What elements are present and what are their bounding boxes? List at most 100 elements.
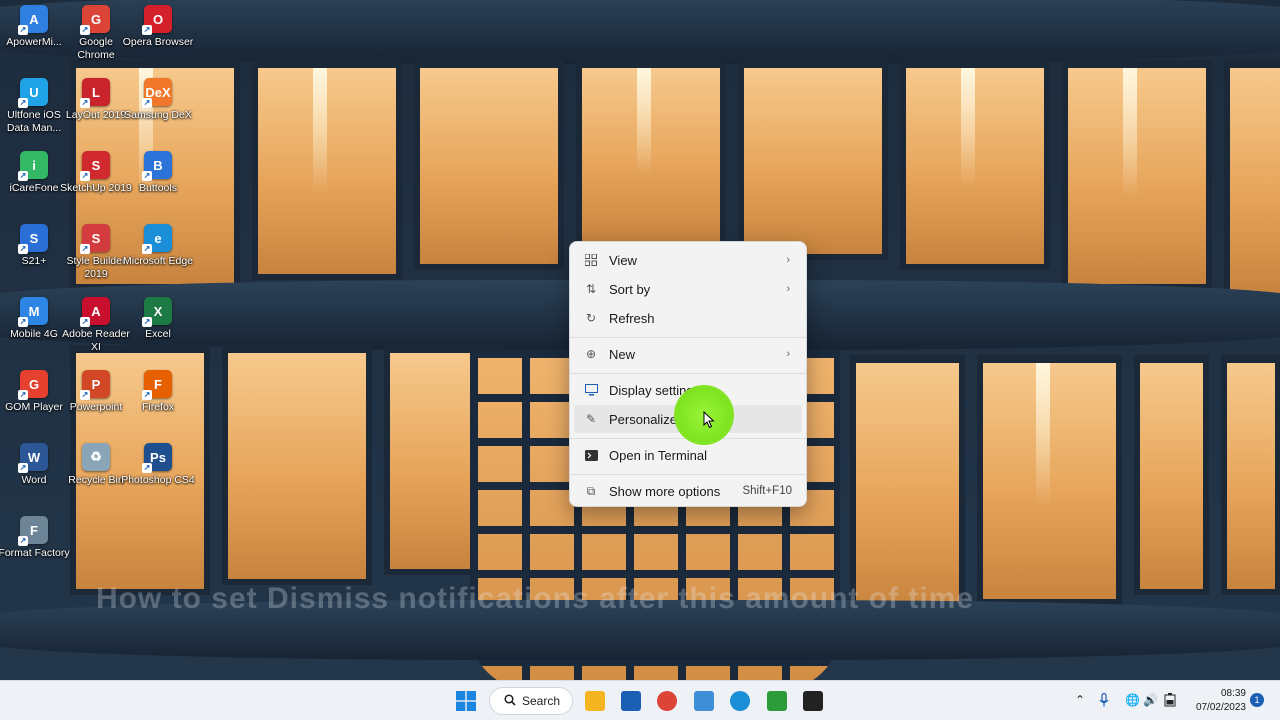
- desktop-icon[interactable]: Ps ↗ Photoshop CS4: [121, 443, 195, 513]
- shortcut-arrow-icon: ↗: [142, 463, 152, 473]
- shortcut-arrow-icon: ↗: [18, 25, 28, 35]
- desktop-icon[interactable]: S ↗ Style Builder 2019: [62, 224, 130, 294]
- shortcut-arrow-icon: ↗: [18, 98, 28, 108]
- shortcut-arrow-icon: ↗: [80, 171, 90, 181]
- desktop-icon[interactable]: F ↗ Format Factory: [0, 516, 70, 586]
- file-explorer-icon: [585, 691, 605, 711]
- menu-item-refresh[interactable]: ↻ Refresh: [574, 304, 802, 332]
- app-icon: M ↗: [18, 297, 48, 327]
- chevron-right-icon: ›: [786, 254, 790, 266]
- desktop-icon[interactable]: G ↗ Google Chrome: [62, 5, 130, 75]
- desktop-icon[interactable]: X ↗ Excel: [124, 297, 192, 367]
- desktop-icon[interactable]: e ↗ Microsoft Edge: [122, 224, 194, 294]
- shortcut-arrow-icon: ↗: [80, 390, 90, 400]
- desktop-icon[interactable]: DeX ↗ Samsung DeX: [124, 78, 192, 148]
- desktop-icon[interactable]: S ↗ S21+: [0, 224, 68, 294]
- desktop-icon[interactable]: B ↗ Buttools: [124, 151, 192, 221]
- video-overlay-caption: How to set Dismiss notifications after t…: [96, 582, 975, 615]
- shortcut-arrow-icon: ↗: [142, 98, 152, 108]
- desktop-icon[interactable]: F ↗ Firefox: [124, 370, 192, 440]
- desktop-icon[interactable]: A ↗ ApowerMi...: [0, 5, 68, 75]
- app-icon: G ↗: [18, 370, 48, 400]
- clock-time: 08:39: [1220, 688, 1246, 699]
- desktop-icon[interactable]: U ↗ Ultfone iOS Data Man...: [0, 78, 68, 148]
- app-icon: F ↗: [142, 370, 172, 400]
- menu-item-label: Refresh: [609, 310, 655, 326]
- taskbar-app-microsoft-store[interactable]: [617, 687, 645, 715]
- plus-circle-icon: ⊕: [585, 347, 597, 361]
- desktop-icon[interactable]: L ↗ LayOut 2019: [62, 78, 130, 148]
- desktop-icon-label: Firefox: [141, 401, 175, 413]
- menu-item-open-in-terminal[interactable]: Open in Terminal: [574, 441, 802, 469]
- terminal-icon: [584, 448, 598, 462]
- shortcut-arrow-icon: ↗: [18, 390, 28, 400]
- app-icon: S ↗: [80, 224, 110, 254]
- taskbar-clock[interactable]: 08:39 07/02/2023: [1190, 687, 1246, 715]
- shortcut-arrow-icon: ↗: [18, 244, 28, 254]
- desktop-icon[interactable]: G ↗ GOM Player: [0, 370, 68, 440]
- desktop-icon[interactable]: O ↗ Opera Browser: [123, 5, 193, 75]
- shortcut-arrow-icon: ↗: [80, 244, 90, 254]
- app-icon: e ↗: [142, 224, 172, 254]
- app-icon: L ↗: [80, 78, 110, 108]
- app-icon: U ↗: [18, 78, 48, 108]
- taskbar-app-camtasia-green[interactable]: [763, 687, 791, 715]
- app-icon: B ↗: [142, 151, 172, 181]
- desktop-icon[interactable]: ♻ Recycle Bin: [62, 443, 130, 513]
- taskbar: Search ⌃ 🌐 🔊 08:39 07/02/2023 1: [0, 680, 1280, 720]
- search-label: Search: [522, 694, 561, 708]
- menu-item-label: Open in Terminal: [609, 447, 708, 463]
- battery-icon[interactable]: [1164, 693, 1176, 710]
- menu-item-label: Personalize: [609, 411, 677, 427]
- app-icon: G ↗: [80, 5, 110, 35]
- shortcut-arrow-icon: ↗: [142, 244, 152, 254]
- app-icon: X ↗: [142, 297, 172, 327]
- shortcut-arrow-icon: ↗: [18, 171, 28, 181]
- desktop-icon[interactable]: M ↗ Mobile 4G: [0, 297, 68, 367]
- desktop-icon[interactable]: P ↗ Powerpoint: [62, 370, 130, 440]
- clock-date: 07/02/2023: [1195, 702, 1246, 713]
- chevron-up-icon[interactable]: ⌃: [1075, 693, 1085, 707]
- desktop-icon[interactable]: i ↗ iCareFone: [0, 151, 68, 221]
- chevron-right-icon: ›: [786, 348, 790, 360]
- app-icon: S ↗: [80, 151, 110, 181]
- app-icon: P ↗: [80, 370, 110, 400]
- menu-item-show-more-options[interactable]: ⧉ Show more options Shift+F10: [574, 477, 802, 505]
- app-icon: ♻: [82, 443, 110, 471]
- taskbar-app-chrome[interactable]: [653, 687, 681, 715]
- chevron-right-icon: ›: [786, 283, 790, 295]
- menu-item-label: View: [609, 252, 637, 268]
- desktop-icon[interactable]: W ↗ Word: [0, 443, 68, 513]
- shortcut-arrow-icon: ↗: [80, 317, 90, 327]
- windows-logo-icon: [456, 691, 476, 711]
- desktop-icon-label: Buttools: [139, 182, 177, 194]
- menu-item-new[interactable]: ⊕ New ›: [574, 340, 802, 368]
- start-button[interactable]: [452, 687, 480, 715]
- sort-icon: ⇅: [585, 282, 597, 296]
- app-icon: DeX ↗: [142, 78, 172, 108]
- taskbar-app-file-explorer[interactable]: [581, 687, 609, 715]
- taskbar-app-edge[interactable]: [726, 687, 754, 715]
- display-icon: [584, 383, 598, 397]
- volume-icon[interactable]: 🔊: [1143, 693, 1158, 707]
- globe-network-icon[interactable]: 🌐: [1125, 693, 1140, 707]
- microphone-icon[interactable]: [1099, 692, 1109, 710]
- menu-item-sort-by[interactable]: ⇅ Sort by ›: [574, 275, 802, 303]
- menu-item-view[interactable]: View ›: [574, 246, 802, 274]
- desktop-icon[interactable]: S ↗ SketchUp 2019: [60, 151, 132, 221]
- app-icon: W ↗: [18, 443, 48, 473]
- notification-badge[interactable]: 1: [1250, 693, 1264, 707]
- desktop-icon[interactable]: A ↗ Adobe Reader XI: [62, 297, 130, 367]
- taskbar-app-notepad[interactable]: [690, 687, 718, 715]
- taskbar-app-camtasia[interactable]: [799, 687, 827, 715]
- app-icon: F ↗: [18, 516, 48, 546]
- taskbar-search-box[interactable]: Search: [489, 687, 573, 715]
- menu-item-label: Show more options: [609, 483, 721, 499]
- camtasia-green-icon: [767, 691, 787, 711]
- desktop-icons-grid: A ↗ ApowerMi... G ↗ Google Chrome O ↗ Opera Brow…: [0, 0, 200, 680]
- desktop-icon-label: Microsoft Edge: [122, 255, 194, 267]
- external-icon: ⧉: [586, 483, 596, 498]
- app-icon: A ↗: [18, 5, 48, 35]
- desktop-icon-label: Format Factory: [0, 547, 70, 559]
- shortcut-arrow-icon: ↗: [142, 317, 152, 327]
